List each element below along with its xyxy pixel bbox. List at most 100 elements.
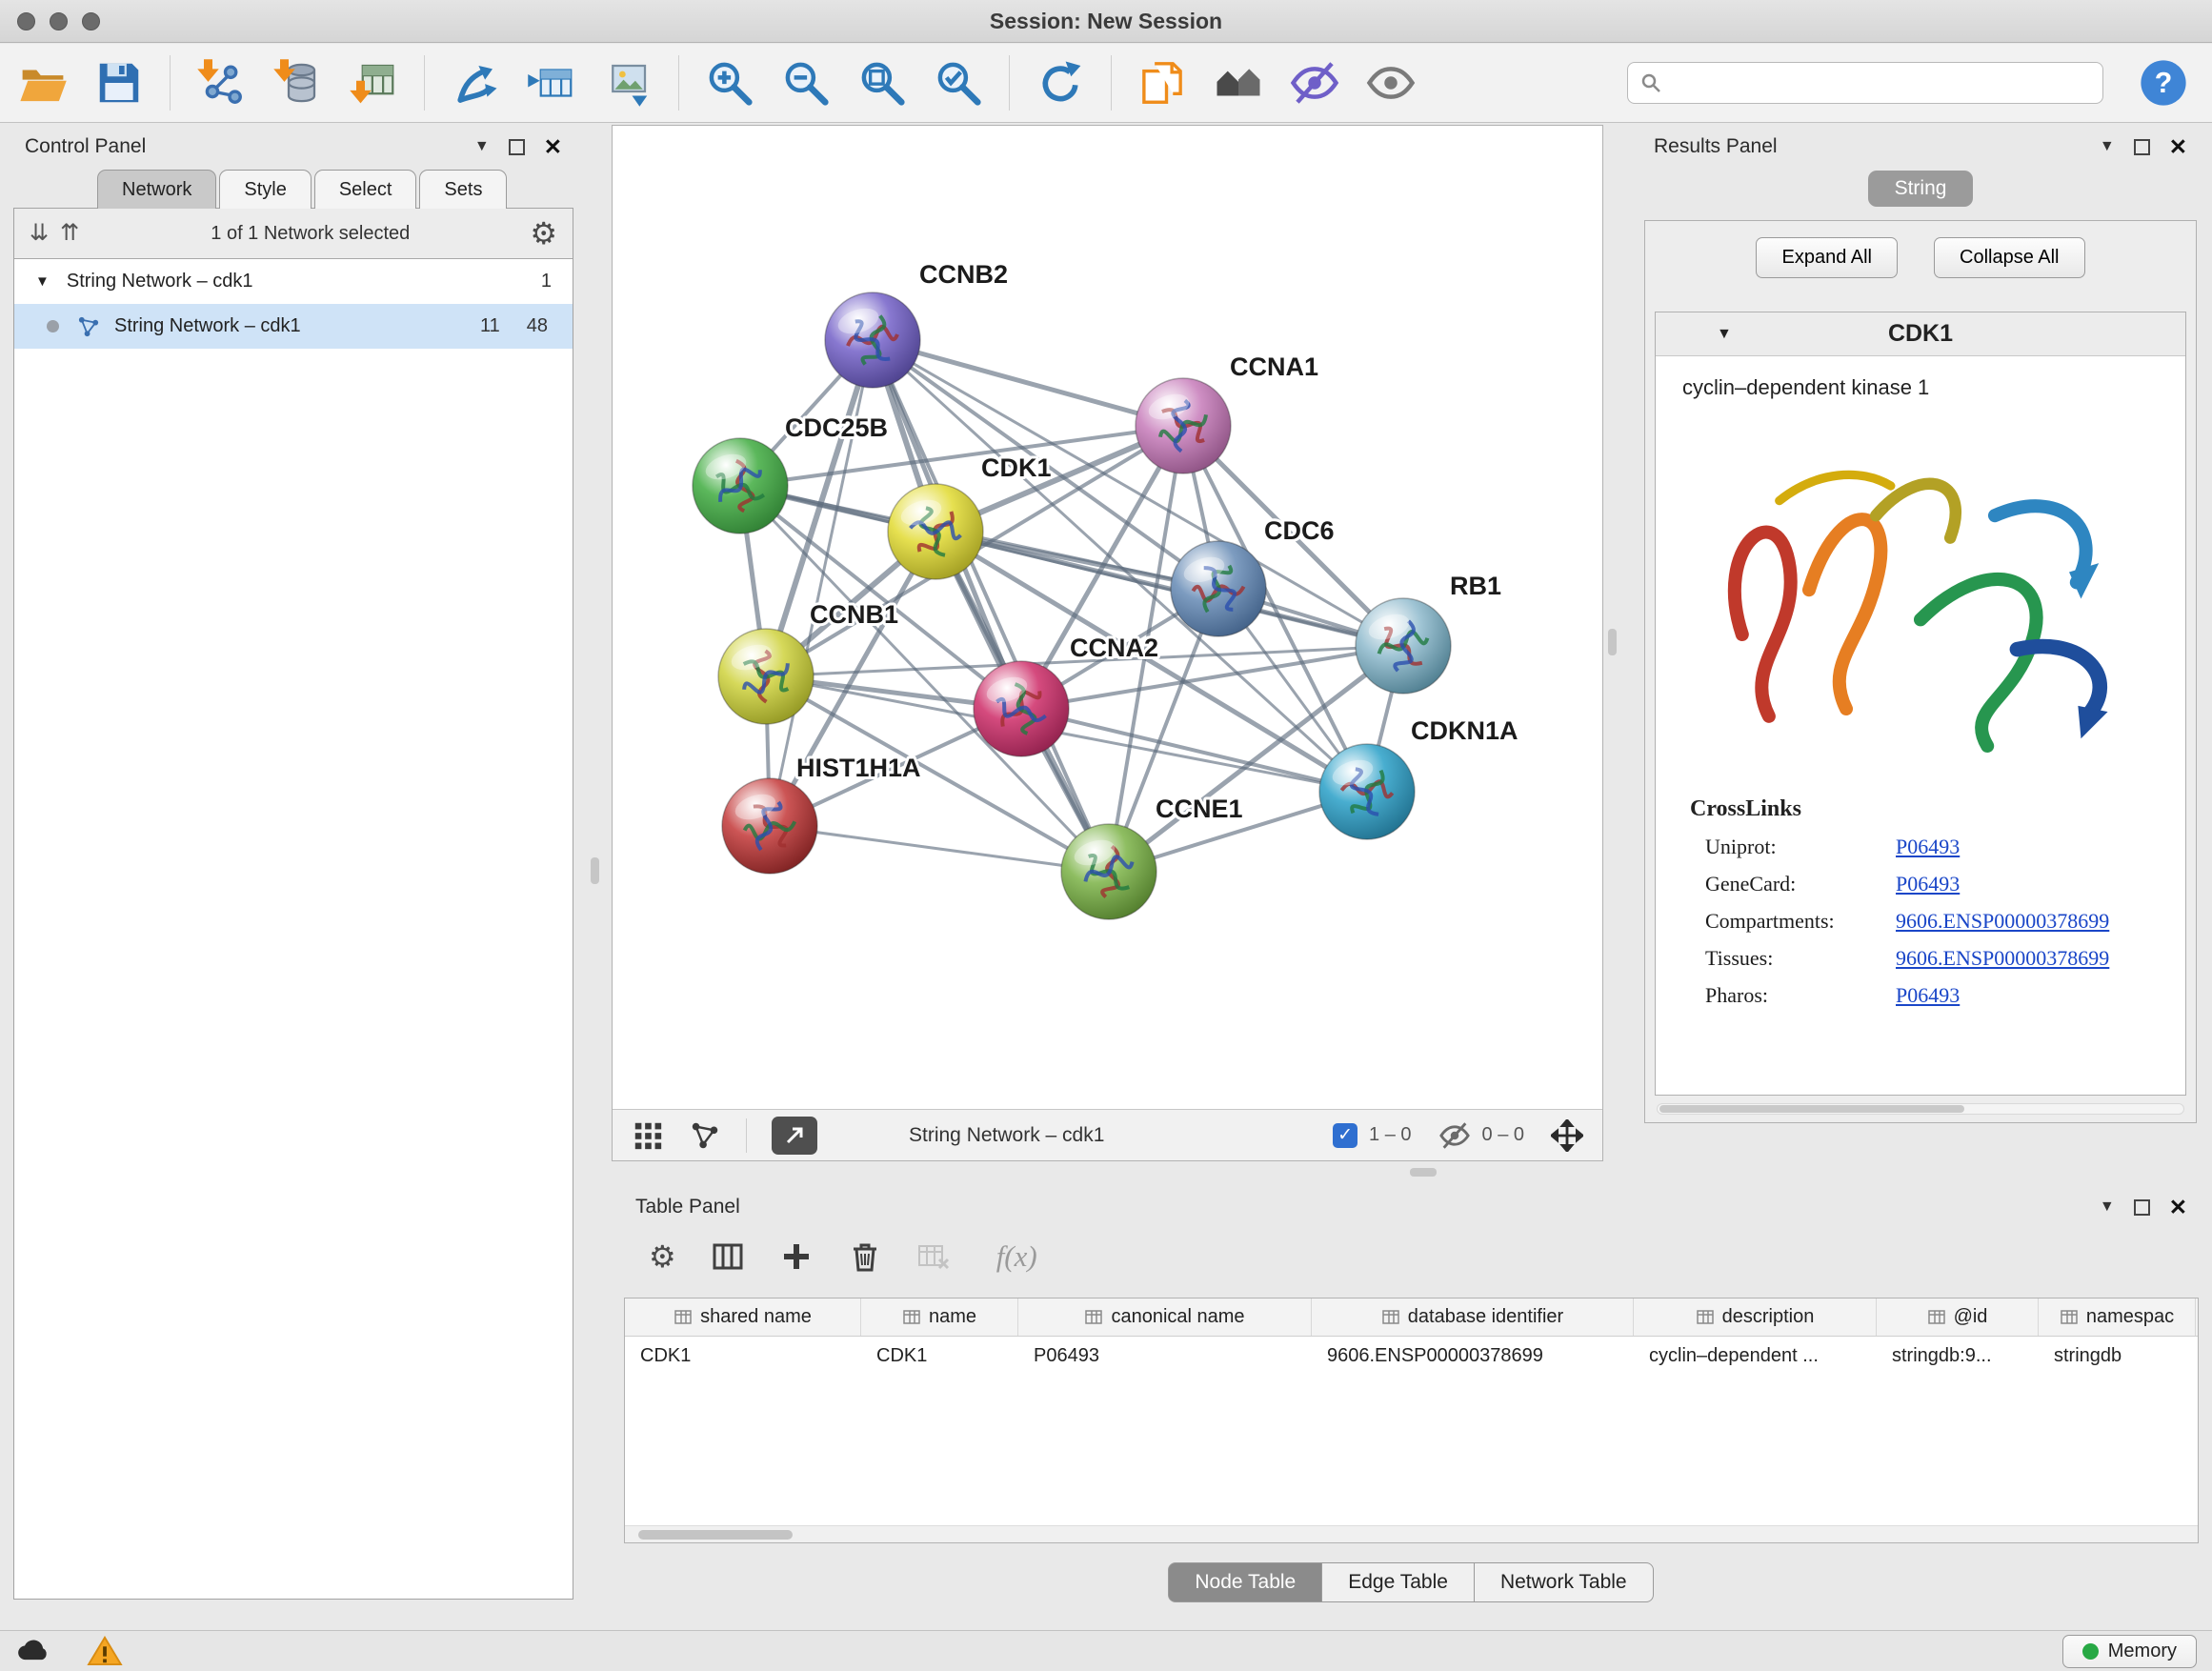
tab-sets[interactable]: Sets — [419, 170, 507, 209]
table-cell[interactable]: stringdb:9... — [1877, 1345, 2039, 1367]
birdseye-grid-icon[interactable] — [632, 1119, 664, 1152]
column-header-name[interactable]: name — [861, 1299, 1018, 1336]
help-button[interactable]: ? — [2138, 57, 2189, 109]
network-edge[interactable] — [935, 532, 1403, 646]
hidden-eye-slash-icon[interactable] — [1438, 1119, 1471, 1152]
hide-selected-eye-slash-button[interactable] — [1289, 57, 1340, 109]
add-column-plus-icon[interactable] — [779, 1239, 814, 1274]
network-edge[interactable] — [770, 826, 1109, 872]
table-cell[interactable]: cyclin–dependent ... — [1634, 1345, 1877, 1367]
tab-style[interactable]: Style — [219, 170, 311, 209]
collapse-all-button[interactable]: Collapse All — [1934, 237, 2085, 278]
table-row[interactable]: CDK1CDK1P064939606.ENSP00000378699cyclin… — [625, 1337, 2198, 1375]
network-view-panel[interactable]: CCNB2CCNA1CDC25BCDK1CDC6RB1CCNB1CCNA2CDK… — [612, 125, 1603, 1161]
import-network-file-button[interactable] — [195, 57, 247, 109]
crosslink-value-link[interactable]: P06493 — [1896, 983, 1960, 1008]
import-network-database-button[interactable] — [271, 57, 323, 109]
open-in-new-window-button[interactable] — [772, 1117, 817, 1155]
open-session-button[interactable] — [17, 57, 69, 109]
right-splitter-handle[interactable] — [1608, 629, 1617, 655]
tab-network[interactable]: Network — [97, 170, 216, 209]
table-tab-edge-table[interactable]: Edge Table — [1321, 1562, 1475, 1602]
table-cell[interactable]: P06493 — [1018, 1345, 1312, 1367]
network-collection-row[interactable]: ▼ String Network – cdk1 1 — [14, 259, 573, 304]
network-node-cdc6[interactable] — [1171, 541, 1266, 636]
column-header-namespac[interactable]: namespac — [2039, 1299, 2196, 1336]
table-horizontal-scrollbar[interactable] — [625, 1525, 2198, 1542]
network-node-ccnb2[interactable] — [825, 292, 920, 388]
selected-checkbox-icon[interactable]: ✓ — [1333, 1123, 1357, 1148]
table-tab-node-table[interactable]: Node Table — [1168, 1562, 1322, 1602]
cloud-icon[interactable] — [15, 1636, 53, 1666]
maximize-window-button[interactable] — [82, 12, 100, 30]
search-input[interactable] — [1672, 72, 2091, 94]
show-columns-icon[interactable] — [711, 1239, 745, 1274]
tab-select[interactable]: Select — [314, 170, 417, 209]
expand-all-networks-icon[interactable]: ⇈ — [60, 222, 79, 245]
network-row-selected[interactable]: String Network – cdk1 11 48 — [14, 304, 573, 349]
crosslink-value-link[interactable]: P06493 — [1896, 835, 1960, 859]
network-node-ccnb1[interactable] — [718, 629, 814, 724]
home-houses-button[interactable] — [1213, 57, 1264, 109]
network-node-cdc25b[interactable] — [693, 438, 788, 534]
bottom-splitter-handle[interactable] — [1410, 1168, 1437, 1177]
left-splitter-handle[interactable] — [591, 857, 599, 884]
network-options-gear-icon[interactable]: ⚙ — [530, 218, 557, 249]
cdk1-section-header[interactable]: ▼ CDK1 — [1656, 312, 2185, 356]
close-window-button[interactable] — [17, 12, 35, 30]
zoom-out-button[interactable] — [780, 57, 832, 109]
table-tab-network-table[interactable]: Network Table — [1474, 1562, 1654, 1602]
network-node-rb1[interactable] — [1356, 598, 1451, 694]
panel-float-icon[interactable] — [2134, 139, 2150, 155]
network-node-ccna1[interactable] — [1136, 378, 1231, 473]
crosslink-value-link[interactable]: P06493 — [1896, 872, 1960, 896]
network-edge[interactable] — [873, 340, 1109, 872]
table-cell[interactable]: CDK1 — [625, 1345, 861, 1367]
search-field[interactable] — [1627, 62, 2103, 104]
column-header-database-identifier[interactable]: database identifier — [1312, 1299, 1634, 1336]
zoom-in-button[interactable] — [704, 57, 755, 109]
results-horizontal-scrollbar[interactable] — [1657, 1103, 2184, 1115]
network-share-icon[interactable] — [689, 1119, 721, 1152]
crosslink-value-link[interactable]: 9606.ENSP00000378699 — [1896, 909, 2109, 934]
scrollbar-thumb[interactable] — [638, 1530, 793, 1540]
panel-float-icon[interactable] — [2134, 1199, 2150, 1216]
panel-close-icon[interactable]: ✕ — [544, 136, 562, 158]
zoom-fit-button[interactable] — [856, 57, 908, 109]
node-table[interactable]: shared namenamecanonical namedatabase id… — [624, 1298, 2199, 1543]
panel-float-icon[interactable] — [509, 139, 525, 155]
export-image-button[interactable] — [602, 57, 654, 109]
delete-column-trash-icon[interactable] — [848, 1239, 882, 1274]
save-session-button[interactable] — [93, 57, 145, 109]
panel-close-icon[interactable]: ✕ — [2169, 136, 2187, 158]
section-caret-icon[interactable]: ▼ — [1717, 326, 1732, 343]
warning-icon[interactable] — [86, 1636, 124, 1666]
network-node-hist1h1a[interactable] — [722, 778, 817, 874]
crosslink-value-link[interactable]: 9606.ENSP00000378699 — [1896, 946, 2109, 971]
collection-caret-icon[interactable]: ▼ — [35, 273, 50, 290]
collapse-all-networks-icon[interactable]: ⇊ — [30, 222, 49, 245]
string-results-tab[interactable]: String — [1868, 171, 1974, 207]
panel-menu-caret-icon[interactable]: ▼ — [2100, 1198, 2115, 1216]
panel-menu-caret-icon[interactable]: ▼ — [474, 138, 490, 155]
network-canvas[interactable]: CCNB2CCNA1CDC25BCDK1CDC6RB1CCNB1CCNA2CDK… — [613, 126, 1602, 1109]
table-cell[interactable]: CDK1 — [861, 1345, 1018, 1367]
table-cell[interactable]: stringdb — [2039, 1345, 2196, 1367]
zoom-selected-button[interactable] — [933, 57, 984, 109]
refresh-view-button[interactable] — [1035, 57, 1086, 109]
column-header-shared-name[interactable]: shared name — [625, 1299, 861, 1336]
network-node-ccna2[interactable] — [974, 661, 1069, 756]
pan-crosshair-icon[interactable] — [1551, 1119, 1583, 1152]
show-all-eye-button[interactable] — [1365, 57, 1417, 109]
memory-button[interactable]: Memory — [2062, 1635, 2197, 1668]
create-table-button[interactable] — [526, 57, 577, 109]
scrollbar-thumb[interactable] — [1659, 1105, 1964, 1113]
column-header-description[interactable]: description — [1634, 1299, 1877, 1336]
minimize-window-button[interactable] — [50, 12, 68, 30]
column-header--id[interactable]: @id — [1877, 1299, 2039, 1336]
document-button[interactable] — [1136, 57, 1188, 109]
panel-close-icon[interactable]: ✕ — [2169, 1197, 2187, 1218]
network-node-cdkn1a[interactable] — [1319, 744, 1415, 839]
expand-all-button[interactable]: Expand All — [1756, 237, 1898, 278]
network-node-cdk1[interactable] — [888, 484, 983, 579]
